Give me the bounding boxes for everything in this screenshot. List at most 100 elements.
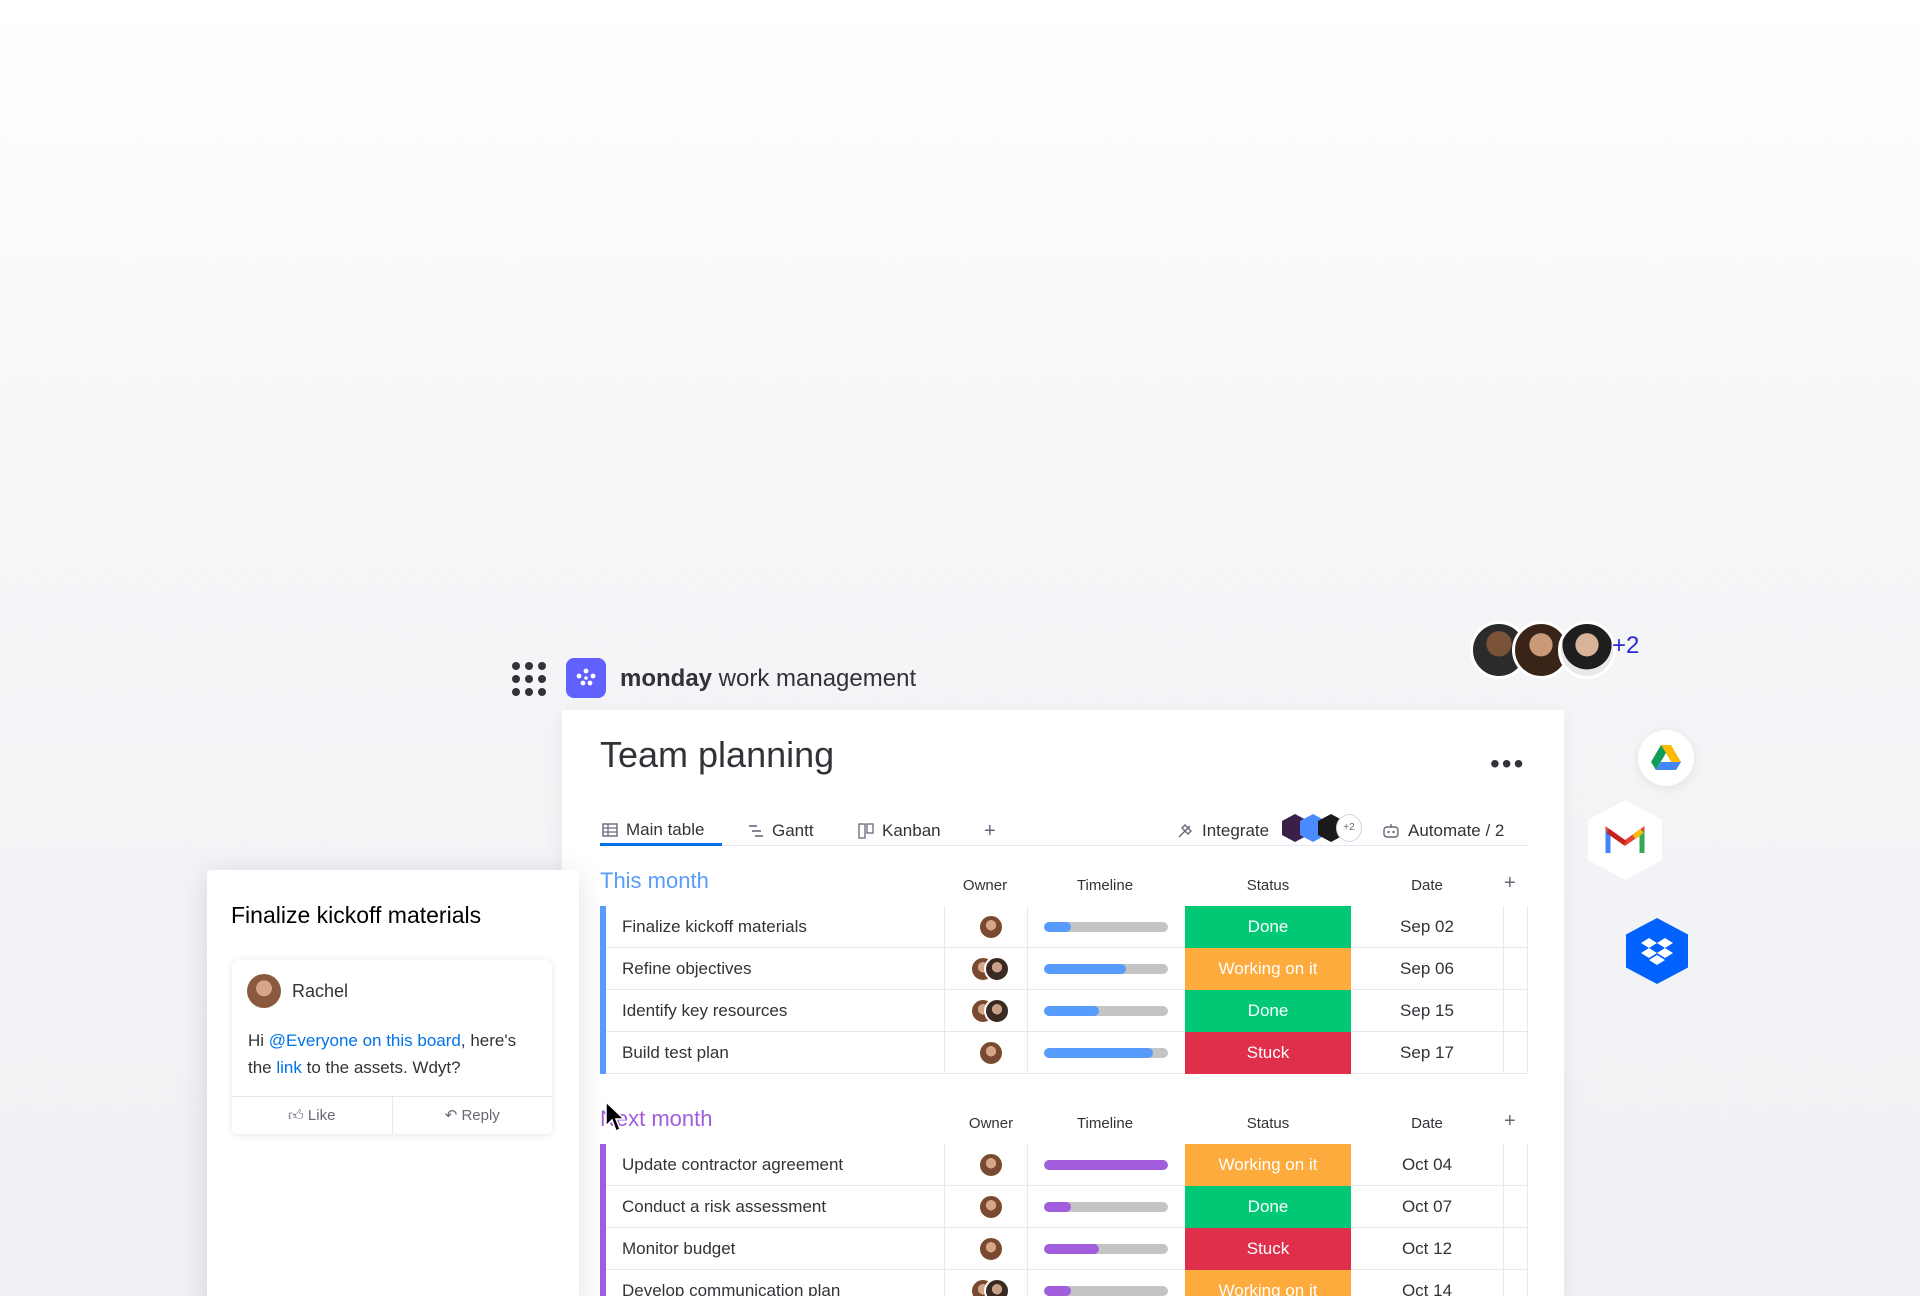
status-badge[interactable]: Done	[1185, 1186, 1351, 1228]
table-row[interactable]: Build test plan Stuck Sep 17	[600, 1032, 1528, 1074]
gmail-icon[interactable]	[1588, 800, 1662, 880]
status-badge[interactable]: Working on it	[1185, 948, 1351, 990]
item-name[interactable]: Develop communication plan	[622, 1281, 840, 1296]
column-header-date[interactable]: Date	[1352, 877, 1502, 894]
timeline-progress	[1044, 1048, 1154, 1058]
tab-kanban[interactable]: Kanban	[858, 816, 941, 846]
cell-divider	[1503, 990, 1504, 1032]
owner-cell[interactable]	[970, 1152, 1020, 1178]
apps-grid-icon[interactable]	[512, 662, 546, 696]
table-row[interactable]: Monitor budget Stuck Oct 12	[600, 1228, 1528, 1270]
thumbs-up-icon: 👍︎	[288, 1107, 304, 1124]
date-cell[interactable]: Oct 14	[1352, 1281, 1502, 1296]
timeline-progress	[1044, 964, 1126, 974]
table-icon	[602, 822, 618, 837]
more-options-button[interactable]: •••	[1490, 748, 1525, 780]
mention-link[interactable]: @Everyone on this board	[269, 1031, 461, 1050]
table-row[interactable]: Conduct a risk assessment Done Oct 07	[600, 1186, 1528, 1228]
date-cell[interactable]: Sep 06	[1352, 959, 1502, 979]
item-name[interactable]: Monitor budget	[622, 1239, 735, 1259]
timeline-bar[interactable]	[1044, 1244, 1168, 1254]
timeline-bar[interactable]	[1044, 1048, 1168, 1058]
status-badge[interactable]: Working on it	[1185, 1270, 1351, 1296]
status-badge[interactable]: Stuck	[1185, 1228, 1351, 1270]
cell-divider	[944, 906, 945, 948]
column-header-owner[interactable]: Owner	[945, 877, 1025, 894]
owner-cell[interactable]	[970, 1040, 1020, 1066]
column-header-date[interactable]: Date	[1352, 1115, 1502, 1132]
tab-gantt[interactable]: Gantt	[748, 816, 814, 846]
date-cell[interactable]: Oct 04	[1352, 1155, 1502, 1175]
date-cell[interactable]: Sep 17	[1352, 1043, 1502, 1063]
owner-cell[interactable]	[970, 1236, 1020, 1262]
column-header-timeline[interactable]: Timeline	[1045, 877, 1165, 894]
asset-link[interactable]: link	[276, 1058, 302, 1077]
avatar	[984, 998, 1010, 1024]
owner-cell[interactable]	[970, 1278, 1020, 1296]
dropbox-icon[interactable]	[1626, 918, 1688, 984]
group-color-bar	[600, 990, 606, 1032]
status-badge[interactable]: Done	[1185, 990, 1351, 1032]
integrate-label: Integrate	[1202, 821, 1270, 840]
table-row[interactable]: Develop communication plan Working on it O…	[600, 1270, 1528, 1296]
cell-divider	[944, 1032, 945, 1074]
item-name[interactable]: Conduct a risk assessment	[622, 1197, 826, 1217]
item-name[interactable]: Build test plan	[622, 1043, 729, 1063]
like-button[interactable]: 👍︎ Like	[232, 1097, 392, 1134]
timeline-bar[interactable]	[1044, 922, 1168, 932]
table-row[interactable]: Refine objectives Working on it Sep 06	[600, 948, 1528, 990]
date-cell[interactable]: Sep 02	[1352, 917, 1502, 937]
automate-button[interactable]: Automate / 2	[1382, 816, 1504, 846]
add-column-button[interactable]: +	[1504, 872, 1516, 895]
owner-cell[interactable]	[970, 914, 1020, 940]
timeline-bar[interactable]	[1044, 1006, 1168, 1016]
timeline-bar[interactable]	[1044, 964, 1168, 974]
item-name[interactable]: Identify key resources	[622, 1001, 787, 1021]
add-column-button[interactable]: +	[1504, 1110, 1516, 1133]
tab-label: Main table	[626, 819, 705, 839]
tab-main-table[interactable]: Main table	[600, 816, 722, 846]
google-drive-icon[interactable]	[1638, 730, 1694, 786]
group-color-bar	[600, 1228, 606, 1270]
cell-divider	[1027, 1270, 1028, 1296]
date-cell[interactable]: Oct 07	[1352, 1197, 1502, 1217]
group-color-bar	[600, 1270, 606, 1296]
timeline-bar[interactable]	[1044, 1160, 1168, 1170]
owner-cell[interactable]	[970, 1194, 1020, 1220]
column-header-status[interactable]: Status	[1185, 1115, 1351, 1132]
integration-logos[interactable]: +2	[1282, 814, 1362, 842]
integrate-button[interactable]: Integrate	[1176, 816, 1269, 846]
date-cell[interactable]: Oct 12	[1352, 1239, 1502, 1259]
table-row[interactable]: Finalize kickoff materials Done Sep 02	[600, 906, 1528, 948]
collaborator-avatars[interactable]	[1470, 618, 1670, 682]
timeline-bar[interactable]	[1044, 1202, 1168, 1212]
mouse-cursor-icon	[605, 1100, 626, 1133]
item-name[interactable]: Refine objectives	[622, 959, 751, 979]
owner-cell[interactable]	[970, 956, 1020, 982]
comment-text: Hi @Everyone on this board, here's the l…	[248, 1031, 517, 1077]
status-badge[interactable]: Working on it	[1185, 1144, 1351, 1186]
cell-divider	[1503, 1270, 1504, 1296]
avatar	[978, 914, 1004, 940]
column-header-status[interactable]: Status	[1185, 877, 1351, 894]
item-name[interactable]: Finalize kickoff materials	[622, 917, 807, 937]
gantt-icon	[749, 825, 763, 837]
group-title[interactable]: This month	[600, 868, 709, 894]
column-header-timeline[interactable]: Timeline	[1045, 1115, 1165, 1132]
column-header-owner[interactable]: Owner	[951, 1115, 1031, 1132]
reply-button[interactable]: ↶ Reply	[391, 1097, 553, 1134]
date-cell[interactable]: Sep 15	[1352, 1001, 1502, 1021]
status-badge[interactable]: Stuck	[1185, 1032, 1351, 1074]
timeline-bar[interactable]	[1044, 1286, 1168, 1296]
add-view-button[interactable]: +	[984, 816, 996, 846]
group-color-bar	[600, 1186, 606, 1228]
collaborators-extra-count[interactable]: +2	[1612, 632, 1639, 660]
status-badge[interactable]: Done	[1185, 906, 1351, 948]
table-row[interactable]: Update contractor agreement Working on it…	[600, 1144, 1528, 1186]
avatar	[978, 1040, 1004, 1066]
cell-divider	[1503, 1144, 1504, 1186]
owner-cell[interactable]	[970, 998, 1020, 1024]
table-row[interactable]: Identify key resources Done Sep 15	[600, 990, 1528, 1032]
monday-logo-icon	[566, 658, 606, 698]
item-name[interactable]: Update contractor agreement	[622, 1155, 843, 1175]
